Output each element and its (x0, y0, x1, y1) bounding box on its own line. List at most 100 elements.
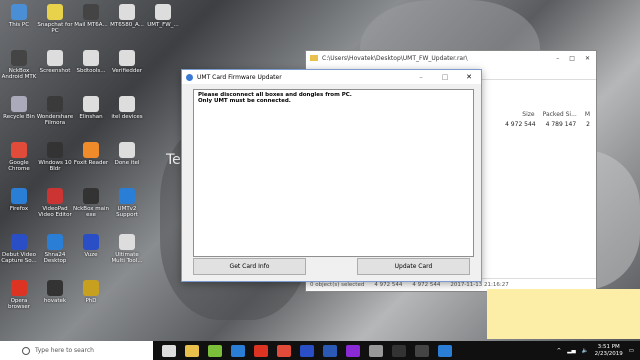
minimize-icon[interactable]: – (409, 73, 433, 81)
desktop-icon[interactable]: PhD (72, 280, 110, 304)
desktop-icon[interactable]: Debut Video Capture So... (0, 234, 38, 264)
dialog-title: UMT Card Firmware Updater (197, 73, 282, 81)
file-explorer-icon[interactable] (185, 344, 199, 357)
clock-time: 3:51 PM (597, 344, 620, 350)
desktop-icon[interactable]: NckBox main exe (72, 188, 110, 218)
desktop-icon[interactable]: Elinshan (72, 96, 110, 120)
message-line: Please disconnect all boxes and dongles … (198, 92, 352, 98)
desktop-icon[interactable]: Foxit Reader (72, 142, 110, 166)
desktop-icon[interactable]: Ultimate Multi Tool... (108, 234, 146, 264)
search-box[interactable]: Type here to search (0, 341, 153, 360)
clock[interactable]: 3:51 PM 2/23/2019 (595, 344, 623, 357)
task-view-icon[interactable] (162, 344, 176, 357)
desktop-icon[interactable]: Windows 10 Bldr (36, 142, 74, 172)
app-icon (155, 4, 171, 20)
table-row[interactable]: 4 972 544 4 789 147 2 (505, 121, 590, 128)
start-button[interactable] (0, 341, 20, 360)
desktop-icon-label: Recycle Bin (3, 114, 35, 120)
get-card-info-button[interactable]: Get Card Info (193, 258, 306, 275)
chrome-icon[interactable] (277, 344, 291, 357)
desktop-icon-label: Vuze (84, 252, 98, 258)
desktop-icon[interactable]: Vuze (72, 234, 110, 258)
word-icon[interactable] (323, 344, 337, 357)
desktop-icon[interactable]: Done itel (108, 142, 146, 166)
desktop-icon[interactable]: UMTv2 Support (108, 188, 146, 218)
desktop-icon[interactable]: Shna24 Desktop (36, 234, 74, 264)
desktop-icon-label: Windows 10 Bldr (38, 160, 72, 172)
notification-icon[interactable]: ▭ (629, 348, 634, 354)
windows-icon (5, 346, 15, 355)
camera-icon[interactable] (369, 344, 383, 357)
vpn-icon[interactable] (415, 344, 429, 357)
app-icon (83, 234, 99, 250)
column-packed[interactable]: Packed Si... (543, 111, 577, 118)
desktop-icon[interactable]: Opera browser (0, 280, 38, 310)
desktop-icon[interactable]: itel devices (108, 96, 146, 120)
column-headers: Size Packed Si... M (522, 111, 590, 118)
7zip-icon[interactable] (392, 344, 406, 357)
app-icon (119, 188, 135, 204)
network-icon[interactable]: ▂▄ (567, 348, 575, 354)
desktop-icon[interactable]: Snapchat for PC (36, 4, 74, 34)
desktop-icon[interactable]: Google Chrome (0, 142, 38, 172)
desktop-icon-label: PhD (85, 298, 97, 304)
minimize-icon[interactable]: – (556, 55, 559, 62)
desktop-icon[interactable]: Firefox (0, 188, 38, 212)
app-icon (11, 96, 27, 112)
opera-icon[interactable] (254, 344, 268, 357)
close-icon[interactable]: ✕ (585, 55, 590, 62)
desktop-icon-label: Foxit Reader (73, 160, 109, 166)
app-icon[interactable] (438, 344, 452, 357)
desktop-icon[interactable]: Sbdtools... (72, 50, 110, 74)
desktop-icon[interactable]: UMT_FW_... (144, 4, 182, 28)
app-icon (119, 96, 135, 112)
message-log[interactable]: Please disconnect all boxes and dongles … (193, 89, 474, 257)
volume-icon[interactable]: 🔈 (582, 348, 589, 354)
maximize-icon[interactable]: □ (433, 73, 457, 81)
app-icon (119, 142, 135, 158)
maximize-icon[interactable]: □ (569, 55, 575, 62)
desktop-icon[interactable]: Recycle Bin (0, 96, 38, 120)
shield-icon[interactable] (300, 344, 314, 357)
desktop-icon-label: NckBox main exe (72, 206, 110, 218)
sticky-note[interactable] (487, 289, 640, 339)
desktop-icon-label: Google Chrome (8, 160, 30, 172)
desktop-icon-label: itel devices (111, 114, 143, 120)
app-icon (11, 234, 27, 250)
app-icon (47, 234, 63, 250)
pinned-apps (153, 344, 452, 357)
search-placeholder: Type here to search (35, 347, 94, 354)
desktop-icon[interactable]: This PC (0, 4, 38, 28)
close-icon[interactable]: ✕ (457, 73, 481, 81)
desktop-icon[interactable]: Screenshot (36, 50, 74, 74)
desktop-icon-label: Debut Video Capture So... (1, 252, 37, 264)
desktop-icon-label: Sbdtools... (76, 68, 106, 74)
desktop-icon[interactable]: Wondershare Filmora (36, 96, 74, 126)
desktop-icon-label: Verifiedder (112, 68, 142, 74)
column-m[interactable]: M (585, 111, 590, 118)
desktop-icon[interactable]: Mail MT6A... (72, 4, 110, 28)
android-app-icon[interactable] (208, 344, 222, 357)
desktop-icon[interactable]: MT6580_A... (108, 4, 146, 28)
desktop-icon-label: UMT_FW_... (147, 22, 179, 28)
desktop-icon-label: Elinshan (79, 114, 103, 120)
desktop-icon[interactable]: Verifiedder (108, 50, 146, 74)
column-size[interactable]: Size (522, 111, 534, 118)
app-icon (83, 96, 99, 112)
firmware-updater-dialog: UMT Card Firmware Updater – □ ✕ Please d… (181, 69, 482, 282)
app-icon (47, 96, 63, 112)
desktop-icon[interactable]: hovatek (36, 280, 74, 304)
desktop-icons: This PC Snapchat for PC Mail MT6A... MT6580… (0, 0, 179, 330)
video-icon[interactable] (346, 344, 360, 357)
desktop-icon-label: Firefox (9, 206, 29, 212)
desktop-icon-label: hovatek (43, 298, 67, 304)
desktop-icon[interactable]: VideoPad Video Editor (36, 188, 74, 218)
update-card-button[interactable]: Update Card (357, 258, 470, 275)
cell-packed: 4 789 147 (545, 121, 577, 128)
app-icon (11, 188, 27, 204)
desktop-icon[interactable]: NckBox Android MTK (0, 50, 38, 80)
app-icon (47, 4, 63, 20)
edge-icon[interactable] (231, 344, 245, 357)
chevron-up-icon[interactable]: ^ (557, 348, 562, 354)
desktop-icon-label: Wondershare Filmora (36, 114, 74, 126)
